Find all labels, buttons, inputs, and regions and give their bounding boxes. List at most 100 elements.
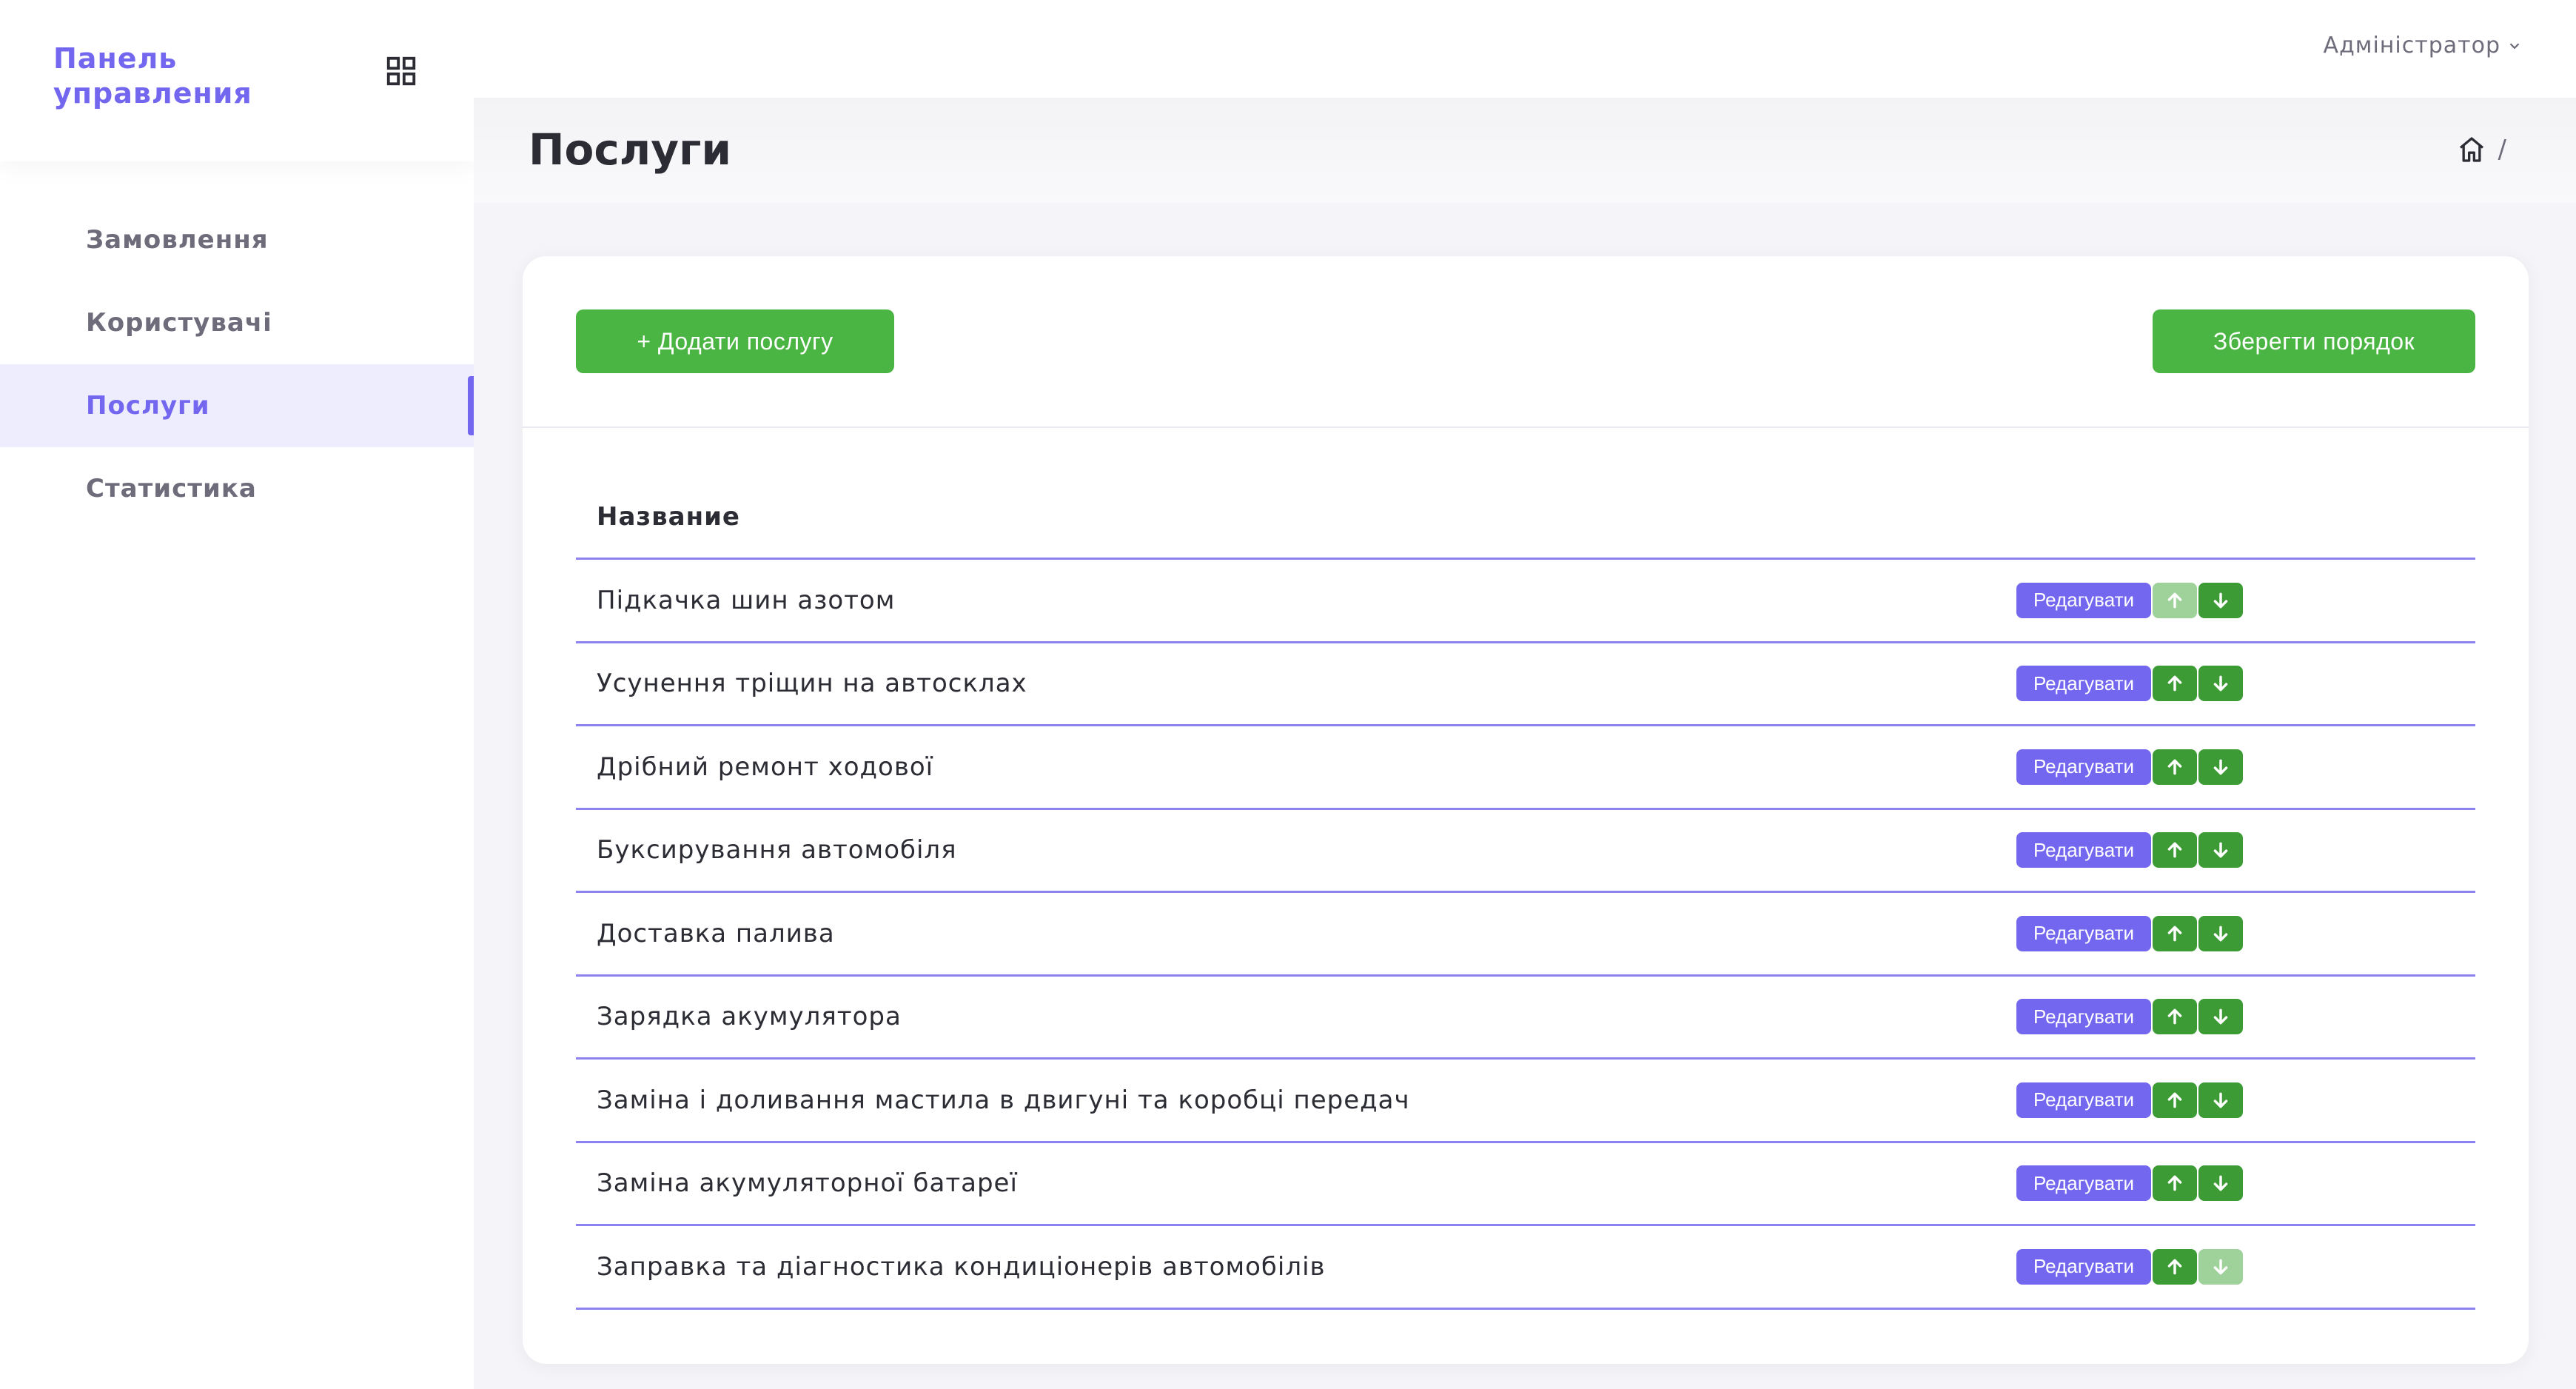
topbar: Адміністратор	[474, 0, 2576, 98]
arrow-down-icon	[2211, 674, 2230, 693]
edit-button[interactable]: Редагувати	[2016, 1082, 2151, 1118]
services-card: + Додати послугу Зберегти порядок Назван…	[523, 256, 2529, 1364]
row-actions: Редагувати	[2016, 1165, 2243, 1202]
table-header: Название	[576, 475, 2475, 560]
move-up-button[interactable]	[2153, 915, 2197, 951]
table-body: Підкачка шин азотом Редагувати Усунення тр…	[576, 560, 2475, 1310]
table-row: Заміна акумуляторної батареї Редагувати	[576, 1143, 2475, 1226]
sidebar-menu: Замовлення Користувачі Послуги Статистик…	[0, 198, 474, 530]
service-name: Заправка та діагностика кондиціонерів ав…	[597, 1251, 1326, 1282]
add-service-button[interactable]: + Додати послугу	[576, 309, 894, 373]
arrow-up-icon	[2165, 1257, 2184, 1276]
table-row: Усунення тріщин на автосклах Редагувати	[576, 643, 2475, 726]
edit-button[interactable]: Редагувати	[2016, 582, 2151, 618]
arrow-up-icon	[2165, 591, 2184, 610]
sidebar-item-orders[interactable]: Замовлення	[0, 198, 474, 281]
move-down-button[interactable]	[2198, 915, 2243, 951]
sidebar-item-label: Користувачі	[86, 308, 272, 338]
move-up-button[interactable]	[2153, 1082, 2197, 1118]
service-name: Усунення тріщин на автосклах	[597, 669, 1027, 699]
chevron-down-icon	[2509, 42, 2520, 49]
edit-button[interactable]: Редагувати	[2016, 999, 2151, 1035]
arrow-down-icon	[2211, 840, 2230, 860]
move-down-button[interactable]	[2198, 749, 2243, 785]
service-name: Буксирування автомобіля	[597, 835, 957, 866]
row-actions: Редагувати	[2016, 832, 2243, 868]
arrow-down-icon	[2211, 1007, 2230, 1026]
move-down-button[interactable]	[2198, 1165, 2243, 1202]
arrow-up-icon	[2165, 1007, 2184, 1026]
sidebar-item-services[interactable]: Послуги	[0, 364, 474, 447]
row-actions: Редагувати	[2016, 1248, 2243, 1285]
service-name: Заміна акумуляторної батареї	[597, 1168, 1018, 1199]
row-actions: Редагувати	[2016, 582, 2243, 618]
services-table: Название Підкачка шин азотом Редагувати Ус…	[576, 475, 2475, 1310]
move-down-button[interactable]	[2198, 582, 2243, 618]
table-row: Зарядка акумулятора Редагувати	[576, 977, 2475, 1060]
page-title: Послуги	[529, 124, 731, 175]
arrow-up-icon	[2165, 840, 2184, 860]
service-name: Підкачка шин азотом	[597, 585, 896, 615]
move-down-button[interactable]	[2198, 832, 2243, 868]
arrow-up-icon	[2165, 1091, 2184, 1110]
move-up-button[interactable]	[2153, 832, 2197, 868]
table-row: Буксирування автомобіля Редагувати	[576, 810, 2475, 893]
move-down-button[interactable]	[2198, 1248, 2243, 1285]
grid-icon[interactable]	[384, 54, 418, 88]
service-name: Зарядка акумулятора	[597, 1002, 902, 1032]
edit-button[interactable]: Редагувати	[2016, 832, 2151, 868]
user-menu-label: Адміністратор	[2323, 33, 2500, 58]
column-header-name: Название	[597, 501, 740, 532]
arrow-down-icon	[2211, 924, 2230, 943]
move-up-button[interactable]	[2153, 999, 2197, 1035]
edit-button[interactable]: Редагувати	[2016, 915, 2151, 951]
row-actions: Редагувати	[2016, 915, 2243, 951]
edit-button[interactable]: Редагувати	[2016, 1248, 2151, 1285]
move-up-button[interactable]	[2153, 666, 2197, 702]
table-row: Дрібний ремонт ходової Редагувати	[576, 726, 2475, 810]
breadcrumb: /	[2457, 135, 2506, 164]
user-menu[interactable]: Адміністратор	[2324, 33, 2523, 58]
move-down-button[interactable]	[2198, 1082, 2243, 1118]
service-name: Дрібний ремонт ходової	[597, 752, 934, 782]
sidebar-item-label: Статистика	[86, 474, 257, 503]
sidebar-item-users[interactable]: Користувачі	[0, 281, 474, 364]
edit-button[interactable]: Редагувати	[2016, 1165, 2151, 1202]
row-actions: Редагувати	[2016, 666, 2243, 702]
table-row: Заміна і доливання мастила в двигуні та …	[576, 1060, 2475, 1143]
card-toolbar: + Додати послугу Зберегти порядок	[523, 256, 2529, 428]
page-header: Послуги /	[474, 98, 2576, 203]
row-actions: Редагувати	[2016, 749, 2243, 785]
move-down-button[interactable]	[2198, 666, 2243, 702]
row-actions: Редагувати	[2016, 1082, 2243, 1118]
move-up-button[interactable]	[2153, 1165, 2197, 1202]
arrow-up-icon	[2165, 757, 2184, 777]
move-up-button[interactable]	[2153, 582, 2197, 618]
sidebar-item-label: Замовлення	[86, 225, 269, 255]
row-actions: Редагувати	[2016, 999, 2243, 1035]
breadcrumb-separator: /	[2498, 135, 2506, 164]
table-row: Підкачка шин азотом Редагувати	[576, 560, 2475, 643]
sidebar-item-statistics[interactable]: Статистика	[0, 447, 474, 530]
arrow-down-icon	[2211, 1257, 2230, 1276]
move-up-button[interactable]	[2153, 749, 2197, 785]
edit-button[interactable]: Редагувати	[2016, 749, 2151, 785]
arrow-up-icon	[2165, 1174, 2184, 1193]
arrow-up-icon	[2165, 674, 2184, 693]
arrow-down-icon	[2211, 1091, 2230, 1110]
save-order-button[interactable]: Зберегти порядок	[2153, 309, 2475, 373]
edit-button[interactable]: Редагувати	[2016, 666, 2151, 702]
sidebar-item-label: Послуги	[86, 391, 210, 421]
table-row: Заправка та діагностика кондиціонерів ав…	[576, 1226, 2475, 1310]
home-icon[interactable]	[2457, 135, 2486, 164]
arrow-down-icon	[2211, 757, 2230, 777]
brand-title[interactable]: Панель управления	[53, 41, 252, 111]
service-name: Заміна і доливання мастила в двигуні та …	[597, 1085, 1410, 1115]
move-up-button[interactable]	[2153, 1248, 2197, 1285]
arrow-up-icon	[2165, 924, 2184, 943]
service-name: Доставка палива	[597, 918, 835, 948]
table-row: Доставка палива Редагувати	[576, 893, 2475, 977]
move-down-button[interactable]	[2198, 999, 2243, 1035]
sidebar: Панель управления Замовлення Користувачі…	[0, 0, 474, 1389]
arrow-down-icon	[2211, 1174, 2230, 1193]
